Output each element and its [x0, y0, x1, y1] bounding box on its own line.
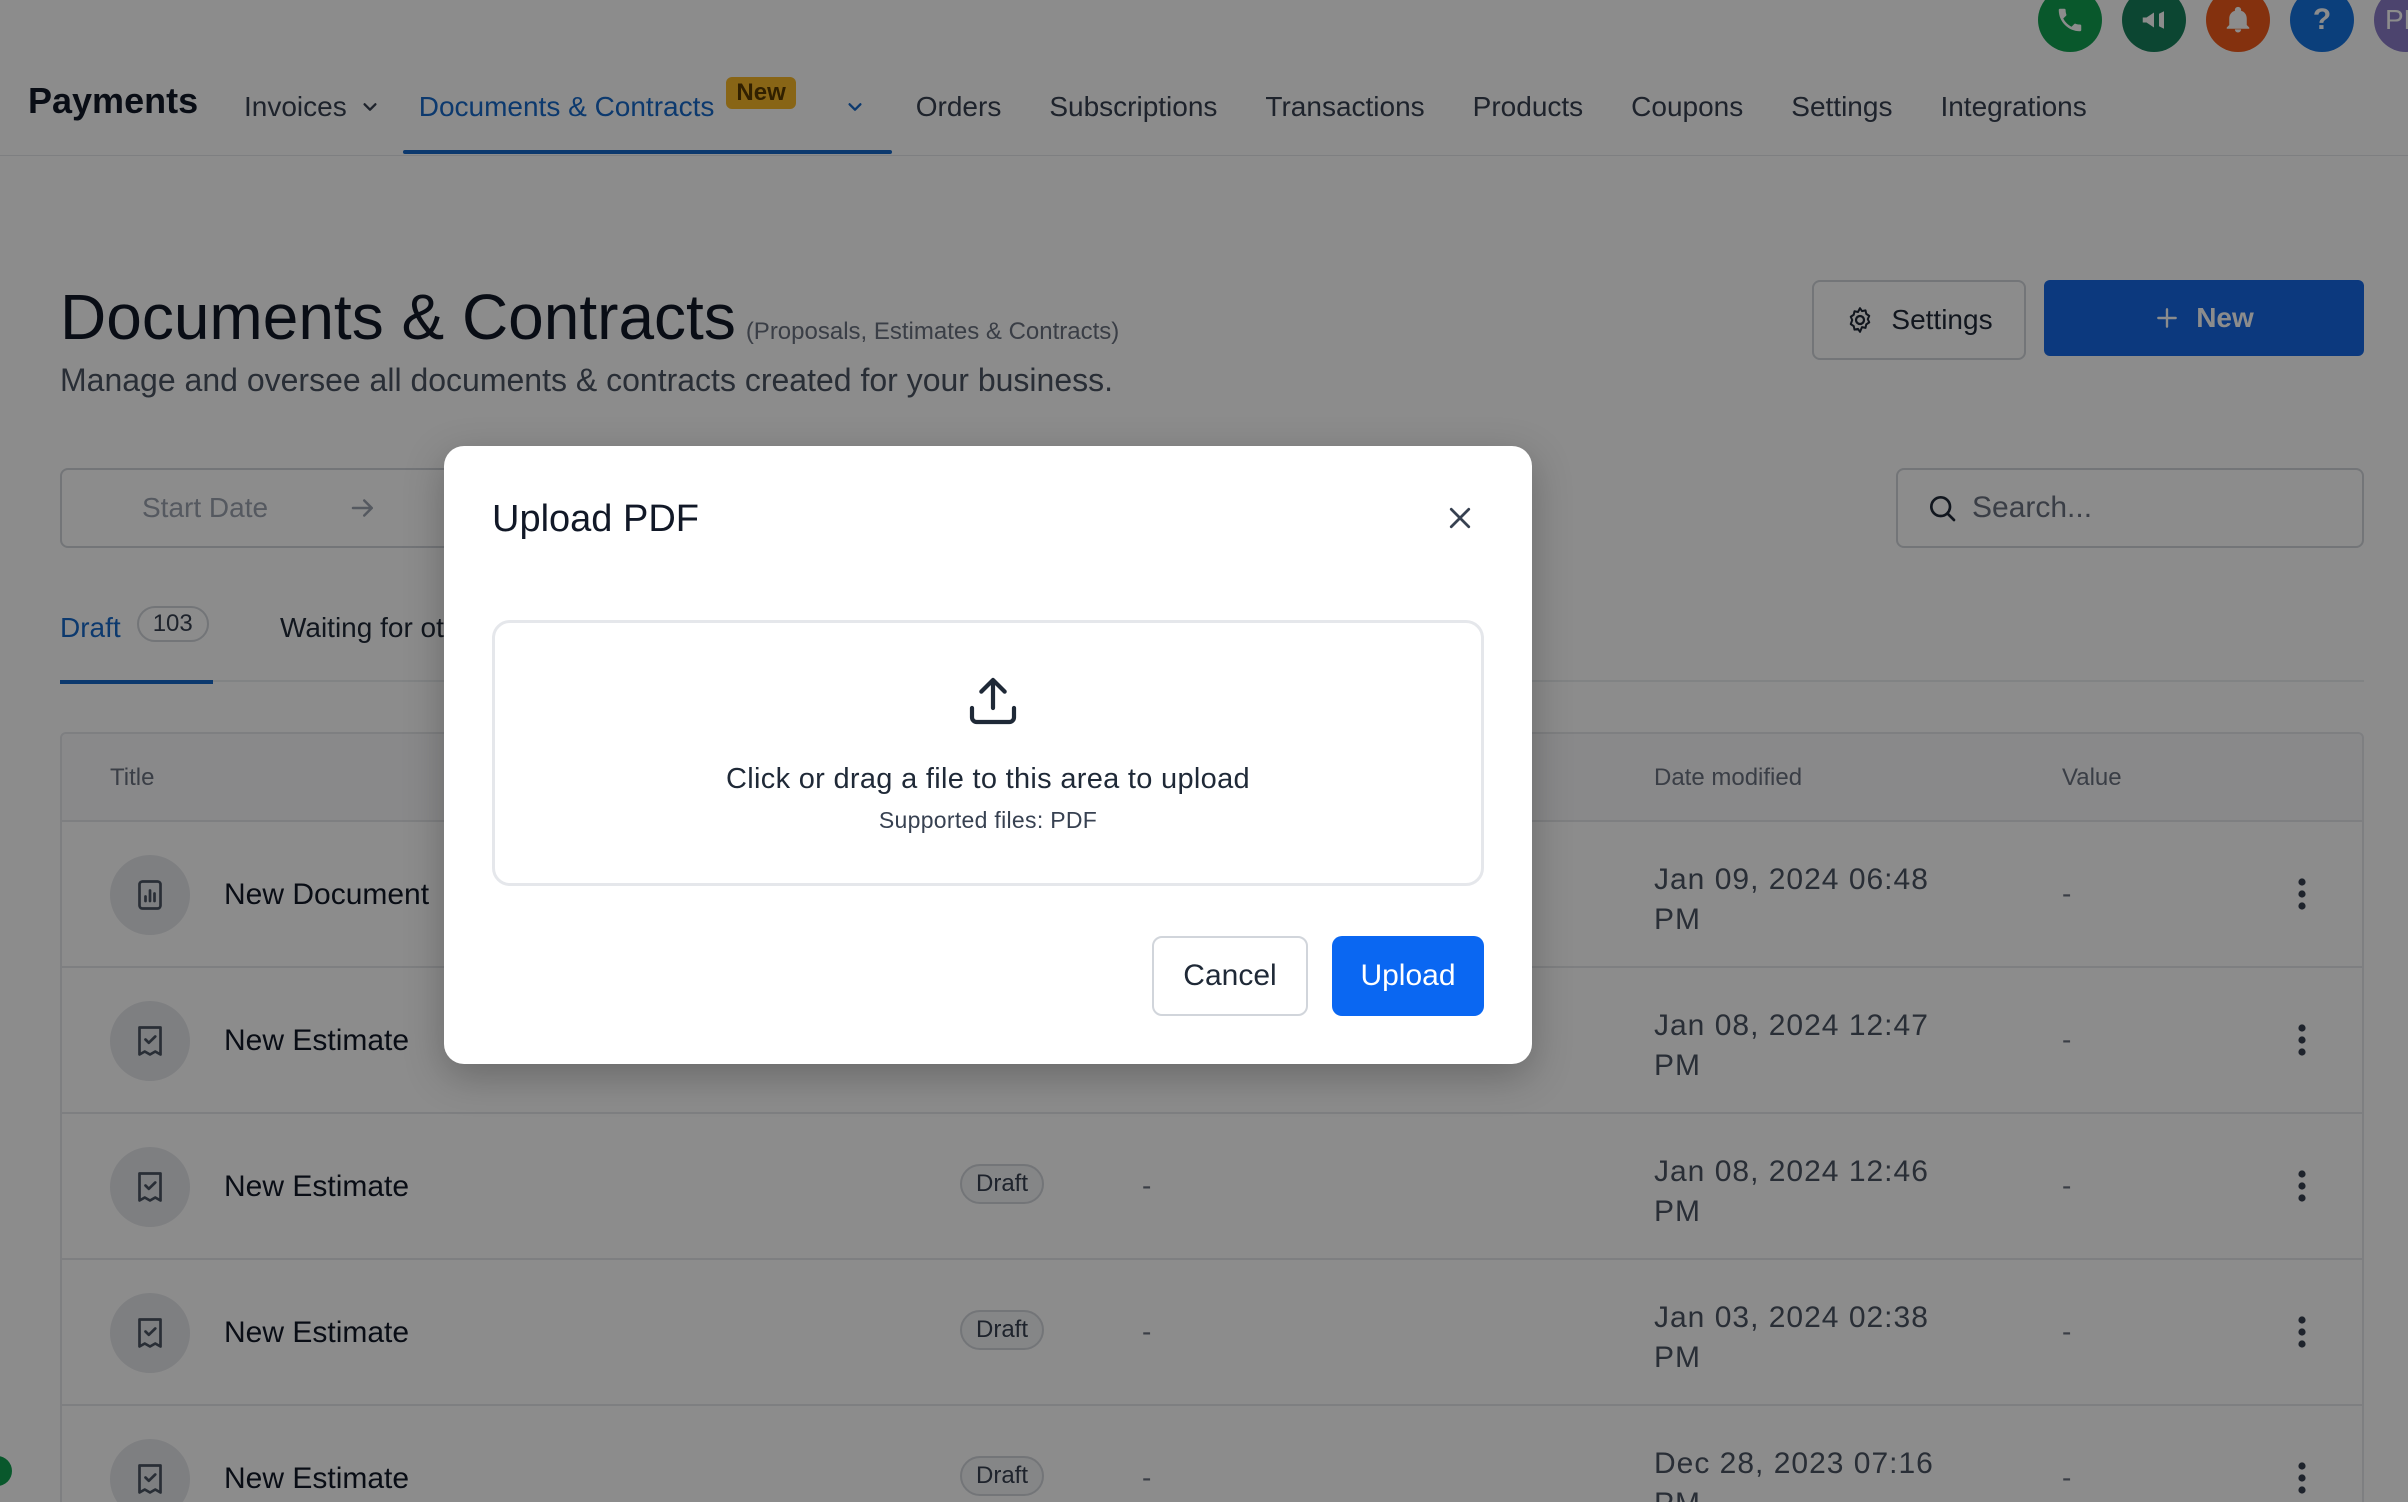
modal-title: Upload PDF: [492, 498, 699, 540]
dropzone-instruction: Click or drag a file to this area to upl…: [726, 763, 1250, 795]
upload-icon: [969, 677, 1017, 725]
dropzone-supported-files: Supported files: PDF: [878, 807, 1098, 833]
upload-pdf-modal: Upload PDF Click or drag a file to this …: [444, 446, 1532, 1064]
file-dropzone[interactable]: Click or drag a file to this area to upl…: [492, 620, 1484, 886]
cancel-button[interactable]: Cancel: [1152, 936, 1308, 1016]
close-icon[interactable]: [1440, 498, 1480, 538]
upload-button[interactable]: Upload: [1332, 936, 1484, 1016]
